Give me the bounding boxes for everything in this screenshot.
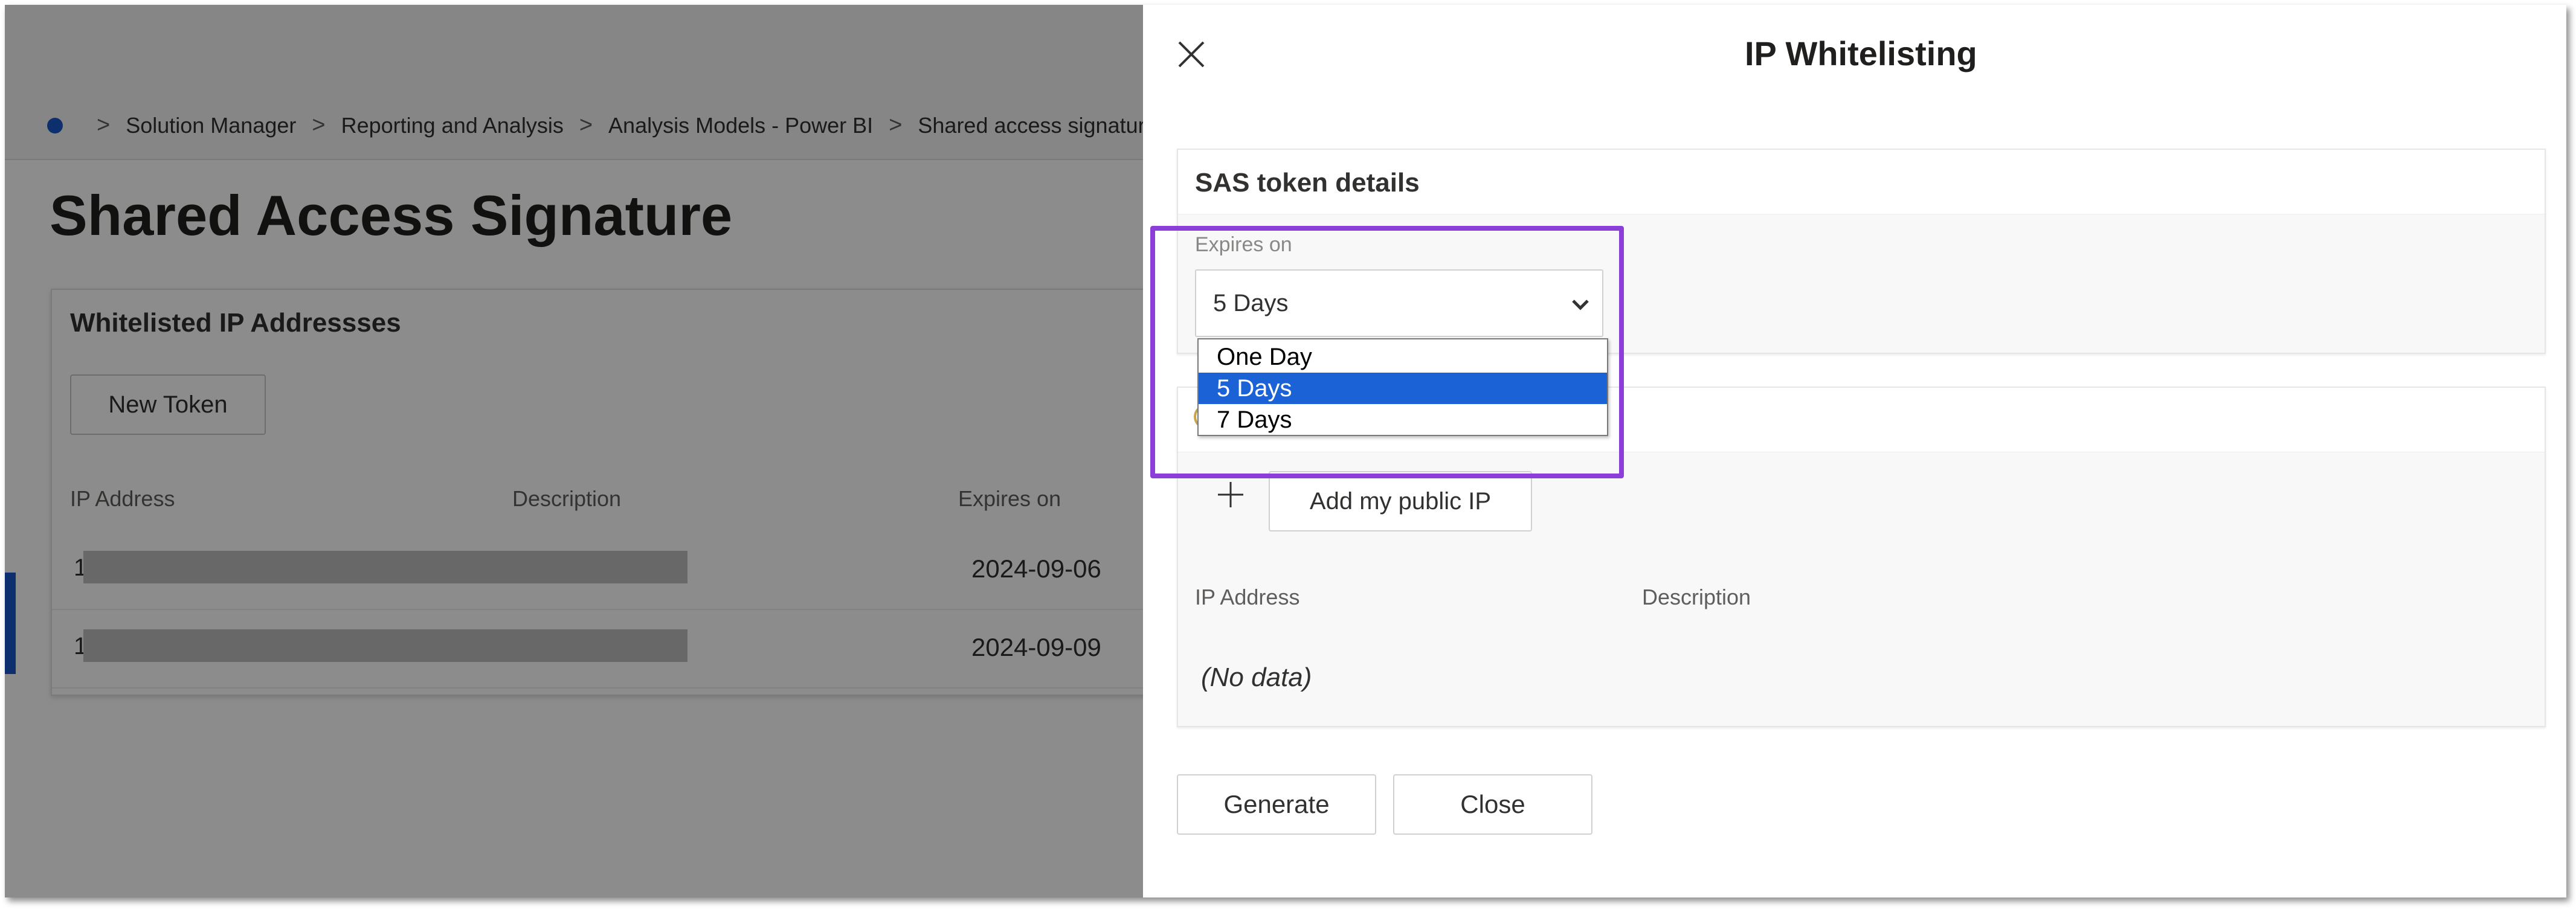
dropdown-option[interactable]: One Day xyxy=(1199,341,1607,373)
close-button[interactable]: Close xyxy=(1393,774,1592,835)
section-title: SAS token details xyxy=(1195,168,1420,197)
ip-address-section: Add my public IP IP Address Description … xyxy=(1177,387,2546,727)
empty-state-text: (No data) xyxy=(1201,663,1312,692)
dropdown-option[interactable]: 7 Days xyxy=(1199,404,1607,435)
sas-token-section: SAS token details Expires on 5 Days xyxy=(1177,149,2546,354)
plus-icon[interactable] xyxy=(1214,478,1247,511)
chevron-down-icon xyxy=(1572,300,1589,310)
expires-select[interactable]: 5 Days xyxy=(1195,269,1603,337)
selected-value: 5 Days xyxy=(1213,290,1289,316)
close-icon[interactable] xyxy=(1172,35,1211,74)
section-header: SAS token details xyxy=(1178,150,2545,214)
modal-overlay[interactable] xyxy=(5,5,1143,897)
dropdown-option-selected[interactable]: 5 Days xyxy=(1199,373,1607,404)
add-my-public-ip-button[interactable]: Add my public IP xyxy=(1269,471,1532,531)
ip-whitelisting-panel: IP Whitelisting SAS token details Expire… xyxy=(1143,5,2566,897)
generate-button[interactable]: Generate xyxy=(1177,774,1376,835)
expires-label: Expires on xyxy=(1195,233,1292,256)
expires-dropdown-list: One Day 5 Days 7 Days xyxy=(1197,338,1608,436)
panel-title: IP Whitelisting xyxy=(1745,34,1977,72)
column-header-ip: IP Address xyxy=(1195,585,1300,609)
window: > Solution Manager > Reporting and Analy… xyxy=(5,5,2566,897)
column-header-description: Description xyxy=(1642,585,1751,609)
